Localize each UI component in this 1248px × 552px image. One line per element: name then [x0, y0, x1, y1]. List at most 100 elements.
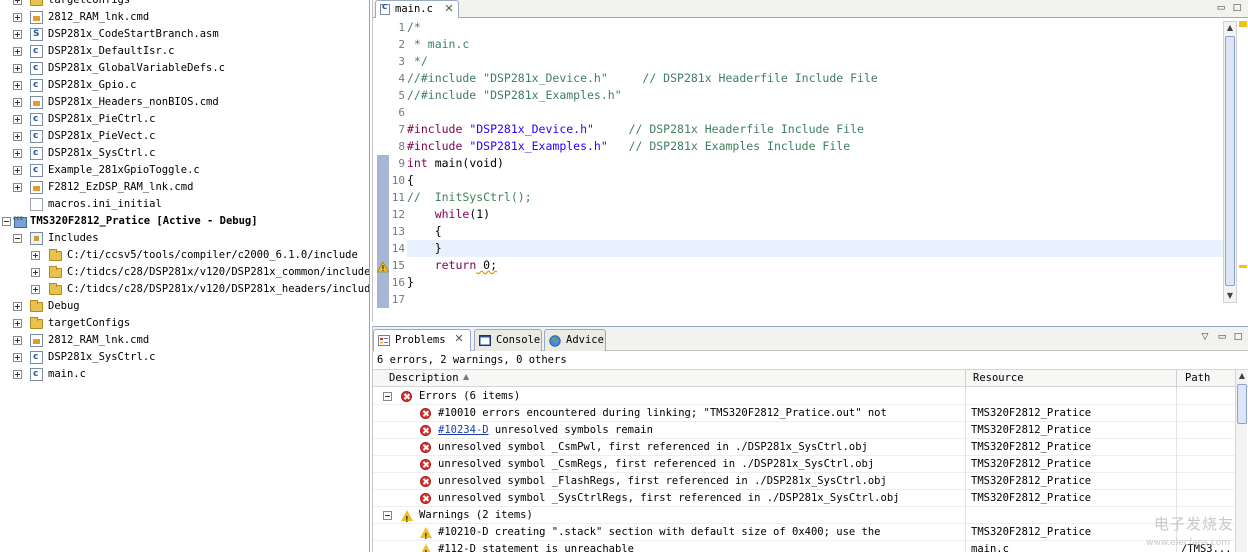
- problem-row[interactable]: #10010 errors encountered during linking…: [373, 405, 1235, 422]
- tree-item-includes[interactable]: Includes: [0, 230, 369, 247]
- maximize-icon[interactable]: □: [1231, 3, 1243, 13]
- warnings-group-row[interactable]: Warnings (2 items): [373, 507, 1235, 528]
- tree-item-project-row-3[interactable]: DSP281x_SysCtrl.c: [0, 349, 369, 366]
- expand-icon[interactable]: [13, 30, 22, 39]
- expand-icon[interactable]: [13, 302, 22, 311]
- code-line[interactable]: * main.c: [407, 36, 1225, 53]
- expand-icon[interactable]: [13, 370, 22, 379]
- minimize-icon[interactable]: ▭: [1216, 332, 1228, 342]
- scroll-down-icon[interactable]: ▼: [1224, 290, 1236, 302]
- code-line[interactable]: return 0;: [407, 257, 1225, 274]
- code-line[interactable]: #include "DSP281x_Examples.h" // DSP281x…: [407, 138, 1225, 155]
- code-line[interactable]: [407, 104, 1225, 121]
- expand-icon[interactable]: [13, 47, 22, 56]
- scroll-up-icon[interactable]: ▲: [1224, 22, 1236, 34]
- tree-item-row-8[interactable]: DSP281x_PieVect.c: [0, 128, 369, 145]
- collapse-icon[interactable]: [383, 511, 392, 520]
- tree-item-row-6[interactable]: DSP281x_Headers_nonBIOS.cmd: [0, 94, 369, 111]
- expand-icon[interactable]: [31, 268, 40, 277]
- editor-vertical-scrollbar[interactable]: ▲ ▼: [1223, 21, 1237, 303]
- expand-icon[interactable]: [13, 336, 22, 345]
- expand-icon[interactable]: [13, 132, 22, 141]
- column-resource[interactable]: Resource: [973, 372, 1024, 384]
- errors-group-row[interactable]: Errors (6 items): [373, 388, 1235, 405]
- column-divider[interactable]: [965, 370, 966, 388]
- problem-row[interactable]: unresolved symbol _CsmPwl, first referen…: [373, 439, 1235, 456]
- problem-row[interactable]: unresolved symbol _SysCtrlRegs, first re…: [373, 490, 1235, 507]
- problem-row[interactable]: unresolved symbol _FlashRegs, first refe…: [373, 473, 1235, 490]
- tab-advice[interactable]: Advice: [544, 329, 606, 351]
- expand-icon[interactable]: [13, 0, 22, 5]
- scroll-up-icon[interactable]: ▲: [1236, 370, 1248, 382]
- tree-item-project-row-0[interactable]: Debug: [0, 298, 369, 315]
- tree-item-row-1[interactable]: 2812_RAM_lnk.cmd: [0, 9, 369, 26]
- tree-item-project-row-2[interactable]: 2812_RAM_lnk.cmd: [0, 332, 369, 349]
- tree-item-row-7[interactable]: DSP281x_PieCtrl.c: [0, 111, 369, 128]
- expand-icon[interactable]: [13, 115, 22, 124]
- code-line[interactable]: }: [407, 240, 1225, 257]
- maximize-icon[interactable]: □: [1232, 332, 1244, 342]
- code-line[interactable]: {: [407, 172, 1225, 189]
- tree-item-row-0[interactable]: targetConfigs: [0, 0, 369, 9]
- code-line[interactable]: #include "DSP281x_Device.h" // DSP281x H…: [407, 121, 1225, 138]
- expand-icon[interactable]: [13, 64, 22, 73]
- problem-row[interactable]: #10210-D creating ".stack" section with …: [373, 524, 1235, 545]
- editor-tab-main-c[interactable]: main.c ✕: [375, 0, 459, 18]
- code-line[interactable]: /*: [407, 19, 1225, 36]
- code-line[interactable]: //#include "DSP281x_Device.h" // DSP281x…: [407, 70, 1225, 87]
- code-line[interactable]: while(1): [407, 206, 1225, 223]
- tree-item-row-2[interactable]: DSP281x_CodeStartBranch.asm: [0, 26, 369, 43]
- tree-item-row-5[interactable]: DSP281x_Gpio.c: [0, 77, 369, 94]
- problem-row[interactable]: #10234-D unresolved symbols remain TMS320…: [373, 422, 1235, 439]
- tree-item-row-9[interactable]: DSP281x_SysCtrl.c: [0, 145, 369, 162]
- expand-icon[interactable]: [13, 166, 22, 175]
- expand-icon[interactable]: [31, 251, 40, 260]
- tree-item-project-row-1[interactable]: targetConfigs: [0, 315, 369, 332]
- code-line[interactable]: */: [407, 53, 1225, 70]
- scroll-thumb[interactable]: [1237, 384, 1247, 424]
- close-icon[interactable]: ✕: [442, 2, 456, 16]
- close-icon[interactable]: ✕: [452, 332, 466, 346]
- column-description[interactable]: Description: [389, 372, 459, 384]
- tree-item-include-0[interactable]: C:/ti/ccsv5/tools/compiler/c2000_6.1.0/i…: [0, 247, 369, 264]
- expand-icon[interactable]: [31, 285, 40, 294]
- collapse-icon[interactable]: [13, 234, 22, 243]
- tree-item-row-3[interactable]: DSP281x_DefaultIsr.c: [0, 43, 369, 60]
- code-line[interactable]: // InitSysCtrl();: [407, 189, 1225, 206]
- problems-vertical-scrollbar[interactable]: ▲: [1235, 370, 1247, 552]
- scroll-thumb[interactable]: [1225, 36, 1235, 286]
- column-divider[interactable]: [1176, 370, 1177, 388]
- tree-item-row-12[interactable]: macros.ini_initial: [0, 196, 369, 213]
- expand-icon[interactable]: [13, 353, 22, 362]
- expand-icon[interactable]: [13, 149, 22, 158]
- warning-overview-mark[interactable]: [1239, 265, 1247, 268]
- code-line[interactable]: //#include "DSP281x_Examples.h": [407, 87, 1225, 104]
- tab-problems[interactable]: Problems ✕: [373, 329, 471, 351]
- expand-icon[interactable]: [13, 81, 22, 90]
- expand-icon[interactable]: [13, 98, 22, 107]
- code-area[interactable]: /* * main.c */ //#include "DSP281x_Device…: [407, 19, 1225, 302]
- expand-icon[interactable]: [13, 13, 22, 22]
- tree-item-row-4[interactable]: DSP281x_GlobalVariableDefs.c: [0, 60, 369, 77]
- problem-row[interactable]: #112-D statement is unreachablemain.c/TM…: [373, 541, 1235, 552]
- tree-item-row-11[interactable]: F2812_EzDSP_RAM_lnk.cmd: [0, 179, 369, 196]
- problem-row[interactable]: unresolved symbol _CsmRegs, first refere…: [373, 456, 1235, 473]
- view-menu-icon[interactable]: ▽: [1199, 332, 1211, 342]
- column-path[interactable]: Path: [1185, 372, 1210, 384]
- problem-link[interactable]: #10234-D: [438, 424, 489, 436]
- tab-console[interactable]: Console: [474, 329, 542, 351]
- tree-item-project[interactable]: TMS320F2812_Pratice [Active - Debug]: [0, 210, 369, 230]
- tree-item-row-10[interactable]: Example_281xGpioToggle.c: [0, 162, 369, 179]
- tree-item-include-2[interactable]: C:/tidcs/c28/DSP281x/v120/DSP281x_header…: [0, 281, 369, 298]
- tree-item-project-row-4[interactable]: main.c: [0, 366, 369, 383]
- warning-overview-icon[interactable]: [1239, 21, 1247, 27]
- code-line[interactable]: int main(void): [407, 155, 1225, 172]
- warning-marker-icon[interactable]: [376, 261, 390, 273]
- expand-icon[interactable]: [13, 319, 22, 328]
- code-line[interactable]: {: [407, 223, 1225, 240]
- collapse-icon[interactable]: [2, 217, 11, 226]
- collapse-icon[interactable]: [383, 392, 392, 401]
- code-line[interactable]: }: [407, 274, 1225, 291]
- editor-body[interactable]: 1 2 3 4 5 6 7 8 9 10 11 12 13 14 15 16 17 /* * main.c */…: [373, 19, 1248, 322]
- code-line[interactable]: [407, 291, 1225, 302]
